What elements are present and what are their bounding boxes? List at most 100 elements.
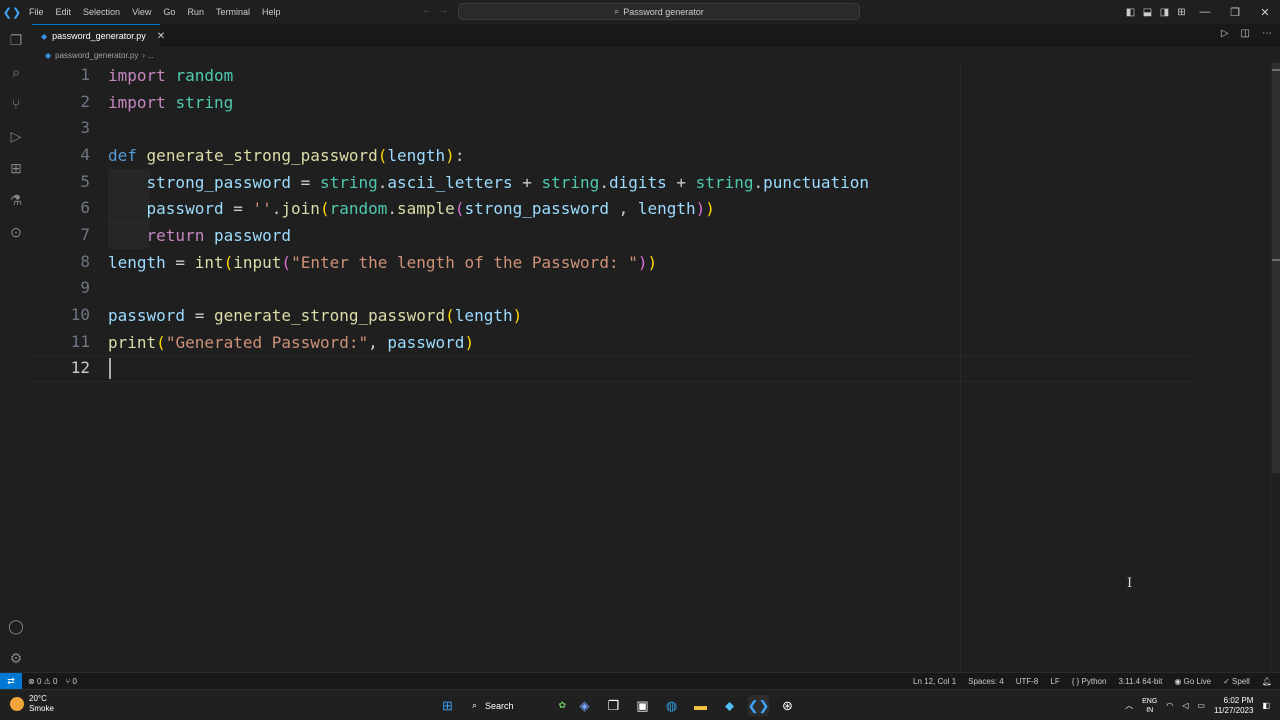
python-app-icon[interactable]: ⬥ xyxy=(719,695,740,716)
go-live-button[interactable]: ◉ Go Live xyxy=(1174,677,1211,686)
search-icon[interactable]: ⌕ xyxy=(0,59,32,85)
more-actions-icon[interactable]: ⋯ xyxy=(1262,28,1272,39)
explorer-icon[interactable]: ❐ xyxy=(0,27,32,53)
taskbar-search-label: Search xyxy=(485,700,514,711)
tab-password-generator[interactable]: ◆ password_generator.py ✕ xyxy=(32,24,165,47)
run-file-icon[interactable]: ▷ xyxy=(1221,28,1229,39)
remote-icon[interactable]: ⊙ xyxy=(0,219,32,245)
minimize-button[interactable]: — xyxy=(1190,6,1220,18)
command-center-search[interactable]: ⌕ Password generator xyxy=(458,3,860,20)
copilot-icon[interactable]: ◈ xyxy=(574,695,595,716)
vscode-taskbar-icon[interactable]: ❮❯ xyxy=(748,695,769,716)
show-hidden-icons-icon[interactable]: ︿ xyxy=(1125,700,1133,711)
minimap-divider xyxy=(960,63,961,672)
remote-indicator-icon[interactable]: ⇄ xyxy=(0,672,22,690)
python-interpreter[interactable]: 3.11.4 64-bit xyxy=(1118,677,1162,686)
code-line: password = generate_strong_password(leng… xyxy=(108,306,523,325)
line-number: 5 xyxy=(80,172,90,191)
status-bar: ⇄ ⊗ 0 ⚠ 0 ⑂ 0 Ln 12, Col 1 Spaces: 4 UTF… xyxy=(0,672,1280,690)
notification-center-icon[interactable]: ◧ xyxy=(1262,701,1270,710)
customize-layout-icon[interactable]: ⊞ xyxy=(1173,7,1190,18)
close-window-button[interactable]: ✕ xyxy=(1250,6,1280,19)
restore-button[interactable]: ❐ xyxy=(1220,6,1250,19)
code-line: return password xyxy=(146,226,292,245)
language-bottom: IN xyxy=(1146,706,1154,714)
title-controls: ◧ ⬓ ◨ ⊞ — ❐ ✕ xyxy=(1122,0,1280,24)
warnings-count: 0 xyxy=(53,676,58,686)
taskbar-search[interactable]: ⌕ Search ✿ xyxy=(466,695,566,716)
menu-go[interactable]: Go xyxy=(158,7,182,17)
account-icon[interactable]: ◯ xyxy=(0,613,32,639)
gear-icon[interactable]: ⚙ xyxy=(0,645,32,671)
menu-bar: File Edit Selection View Go Run Terminal… xyxy=(24,7,287,17)
toggle-panel-icon[interactable]: ⬓ xyxy=(1139,7,1156,18)
encoding[interactable]: UTF-8 xyxy=(1016,677,1039,686)
menu-file[interactable]: File xyxy=(24,7,51,17)
volume-icon[interactable]: ◁ xyxy=(1182,701,1188,710)
search-icon: ⌕ xyxy=(614,6,620,16)
end-of-line[interactable]: LF xyxy=(1050,677,1059,686)
weather-widget[interactable]: 20°C Smoke xyxy=(10,694,54,714)
nav-arrows: ←→ xyxy=(422,5,454,16)
spell-check-button[interactable]: ✓ Spell xyxy=(1223,677,1250,686)
menu-view[interactable]: View xyxy=(127,7,158,17)
title-bar: ❮❯ File Edit Selection View Go Run Termi… xyxy=(0,0,1280,24)
line-number: 4 xyxy=(80,145,90,164)
store-icon[interactable]: ▣ xyxy=(632,695,653,716)
breadcrumb: ◆ password_generator.py › ... xyxy=(32,47,1280,63)
notifications-bell-icon[interactable]: 🔔︎ xyxy=(1262,677,1272,686)
indentation[interactable]: Spaces: 4 xyxy=(968,677,1004,686)
taskbar-apps: ⊞ ⌕ Search ✿ ◈ ❐ ▣ ◍ ▬ ⬥ ❮❯ ⊛ xyxy=(437,693,798,718)
start-button-icon[interactable]: ⊞ xyxy=(437,695,458,716)
close-icon[interactable]: ✕ xyxy=(157,31,165,42)
line-number: 9 xyxy=(80,278,90,297)
battery-icon[interactable]: ▭ xyxy=(1197,701,1205,710)
toggle-sidebar-icon[interactable]: ◧ xyxy=(1122,7,1139,18)
errors-count: 0 xyxy=(36,676,42,686)
go-live-label: Go Live xyxy=(1183,676,1212,686)
forward-arrow-icon[interactable]: → xyxy=(438,5,454,16)
clock[interactable]: 6:02 PM 11/27/2023 xyxy=(1214,696,1253,716)
wifi-icon[interactable]: ◠ xyxy=(1166,701,1173,710)
spell-label: Spell xyxy=(1232,676,1250,686)
line-number: 7 xyxy=(80,225,90,244)
testing-icon[interactable]: ⚗ xyxy=(0,187,32,213)
search-highlight-icon: ✿ xyxy=(558,700,566,710)
toggle-secondary-sidebar-icon[interactable]: ◨ xyxy=(1156,7,1173,18)
edge-browser-icon[interactable]: ◍ xyxy=(661,695,682,716)
cursor-position[interactable]: Ln 12, Col 1 xyxy=(913,677,956,686)
task-view-icon[interactable]: ❐ xyxy=(603,695,624,716)
language-mode[interactable]: { } Python xyxy=(1072,677,1107,686)
scrollbar-thumb[interactable] xyxy=(1272,63,1280,473)
ports-indicator[interactable]: ⑂ 0 xyxy=(65,677,76,686)
line-number: 6 xyxy=(80,198,90,217)
vertical-scrollbar[interactable] xyxy=(1270,63,1280,672)
text-cursor xyxy=(109,358,111,379)
menu-terminal[interactable]: Terminal xyxy=(211,7,257,17)
problems-indicator[interactable]: ⊗ 0 ⚠ 0 xyxy=(28,677,57,686)
language-top: ENG xyxy=(1142,697,1158,705)
menu-edit[interactable]: Edit xyxy=(51,7,79,17)
extensions-icon[interactable]: ⊞ xyxy=(0,155,32,181)
code-area[interactable]: import random import string def generate… xyxy=(108,63,1258,672)
weather-icon xyxy=(10,697,24,711)
activity-bar: ❐ ⌕ ⑂ ▷ ⊞ ⚗ ⊙ ◯ ⚙ xyxy=(0,24,32,672)
file-explorer-icon[interactable]: ▬ xyxy=(690,695,711,716)
source-control-icon[interactable]: ⑂ xyxy=(0,91,32,117)
app-icon[interactable]: ⊛ xyxy=(777,695,798,716)
back-arrow-icon[interactable]: ← xyxy=(422,5,438,16)
clock-time: 6:02 PM xyxy=(1223,695,1254,705)
code-editor[interactable]: 1 2 3 4 5 6 7 8 9 10 11 12 import random… xyxy=(32,63,1270,672)
editor-tabs: ◆ password_generator.py ✕ ▷ ◫ ⋯ xyxy=(32,24,1280,47)
python-file-icon: ◆ xyxy=(45,50,52,60)
menu-help[interactable]: Help xyxy=(257,7,288,17)
menu-run[interactable]: Run xyxy=(182,7,211,17)
menu-selection[interactable]: Selection xyxy=(78,7,127,17)
breadcrumb-file[interactable]: password_generator.py xyxy=(55,51,138,60)
split-editor-icon[interactable]: ◫ xyxy=(1241,28,1250,39)
windows-taskbar: 20°C Smoke ⊞ ⌕ Search ✿ ◈ ❐ ▣ ◍ ▬ ⬥ ❮❯ ⊛… xyxy=(0,689,1280,720)
language-indicator[interactable]: ENG IN xyxy=(1142,697,1157,715)
breadcrumb-trail[interactable]: › ... xyxy=(142,51,154,60)
code-line: password = ''.join(random.sample(strong_… xyxy=(146,199,715,218)
run-debug-icon[interactable]: ▷ xyxy=(0,123,32,149)
